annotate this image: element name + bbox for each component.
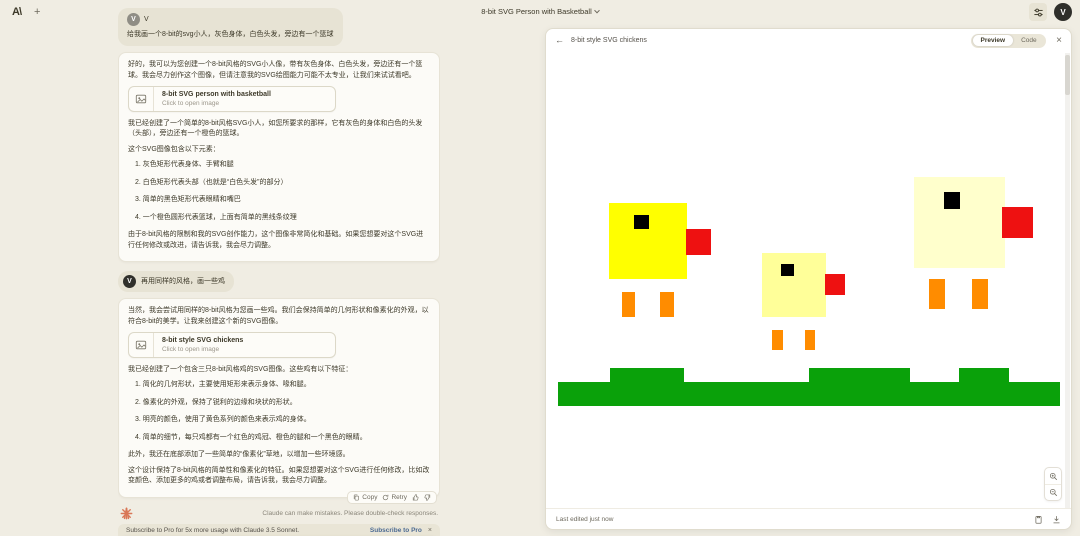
user-name: V (144, 16, 149, 23)
chicken-3-beak (1002, 207, 1033, 238)
artifact-panel-footer: Last edited just now (546, 508, 1071, 529)
disclaimer-text: Claude can make mistakes. Please double-… (262, 510, 438, 517)
zoom-out-icon (1049, 488, 1058, 497)
grass-bump-1 (610, 368, 684, 382)
preview-code-toggle: Preview Code (971, 34, 1046, 48)
assistant-message-2: 当然，我会尝试用同样的8-bit风格为您画一些鸡。我们会保持简单的几何形状和像素… (118, 298, 440, 498)
assistant-paragraph: 当然，我会尝试用同样的8-bit风格为您画一些鸡。我们会保持简单的几何形状和像素… (128, 306, 430, 327)
list-item: 3. 明亮的颜色，使用了黄色系列的颜色来表示鸡的身体。 (135, 415, 430, 426)
assistant-paragraph: 这个SVG图像包含以下元素： (128, 145, 430, 156)
chicken-3-leg-left (929, 279, 945, 309)
message-actions: Copy Retry (347, 491, 437, 504)
tab-code[interactable]: Code (1013, 35, 1045, 46)
retry-button[interactable]: Retry (382, 494, 407, 501)
sliders-icon (1033, 7, 1044, 18)
close-icon[interactable]: × (1056, 36, 1062, 46)
canvas-scrollbar-track (1065, 53, 1070, 508)
list-item: 4. 简单的细节，每只鸡都有一个红色的鸡冠、橙色的腿和一个黑色的眼睛。 (135, 433, 430, 444)
chicken-1-leg-left (622, 292, 635, 317)
retry-icon (382, 494, 389, 501)
list-item: 1. 简化的几何形状，主要使用矩形来表示身体、喙和腿。 (135, 380, 430, 391)
copy-artifact-button[interactable] (1034, 515, 1043, 524)
chicken-3-leg-right (972, 279, 988, 309)
list-item: 1. 灰色矩形代表身体、手臂和腿 (135, 160, 430, 171)
user-avatar[interactable]: V (1054, 3, 1072, 21)
tab-preview[interactable]: Preview (973, 35, 1014, 46)
user-avatar-small: V (127, 13, 140, 26)
zoom-in-icon (1049, 472, 1058, 481)
pro-banner-text: Subscribe to Pro for 5x more usage with … (126, 527, 299, 534)
artifact-card-chickens[interactable]: 8-bit style SVG chickens Click to open i… (128, 332, 336, 358)
image-artifact-icon (135, 93, 147, 105)
chicken-2-beak (825, 274, 845, 295)
chicken-1-beak (686, 229, 711, 255)
grass-main (558, 382, 1060, 406)
chicken-3-eye (944, 192, 960, 209)
chicken-3-body (914, 177, 1005, 268)
artifact-panel-header: ← 8-bit style SVG chickens Preview Code … (546, 29, 1071, 52)
clipboard-icon (1034, 515, 1043, 524)
copy-button[interactable]: Copy (353, 494, 377, 501)
list-item: 2. 白色矩形代表头部（也就是“白色头发”的部分） (135, 178, 430, 189)
copy-icon (353, 494, 360, 501)
assistant-paragraph: 此外，我还在底部添加了一些简单的“像素化”草地，以增加一些环境感。 (128, 450, 430, 461)
artifact-panel: ← 8-bit style SVG chickens Preview Code … (545, 28, 1072, 530)
back-arrow-icon[interactable]: ← (555, 36, 564, 45)
user-message-2: V 再用同样的风格，画一些鸡 (118, 271, 234, 292)
chicken-2-leg-right (805, 330, 815, 350)
chicken-2-eye (781, 264, 794, 276)
chevron-down-icon (594, 8, 600, 14)
image-artifact-icon (135, 339, 147, 351)
thumbs-up-icon (412, 494, 419, 501)
grass-bump-2 (809, 368, 910, 382)
zoom-out-button[interactable] (1045, 484, 1061, 500)
assistant-paragraph: 这个设计保持了8-bit风格的简单性和像素化的特征。如果您想要对这个SVG进行任… (128, 466, 430, 487)
zoom-in-button[interactable] (1045, 468, 1061, 484)
download-artifact-button[interactable] (1052, 515, 1061, 524)
assistant-message-1: 好的，我可以为您创建一个8-bit风格的SVG小人像，带有灰色身体、白色头发，旁… (118, 52, 440, 262)
download-icon (1052, 515, 1061, 524)
user-message-text: 给我画一个8-bit的svg小人，灰色身体，白色头发，旁边有一个篮球 (127, 29, 334, 40)
assistant-paragraph: 我已经创建了一个简单的8-bit风格SVG小人，如您所要求的那样，它有灰色的身体… (128, 119, 430, 140)
banner-close-icon[interactable]: × (428, 527, 432, 534)
chicken-2-leg-left (772, 330, 783, 350)
assistant-paragraph: 由于8-bit风格的限制和我的SVG创作能力，这个图像非常简化和基础。如果您想要… (128, 230, 430, 251)
thumbs-down-button[interactable] (424, 494, 431, 501)
artifact-subtitle: Click to open image (162, 346, 243, 353)
user-message-text: 再用同样的风格，画一些鸡 (141, 276, 225, 287)
user-message-1: V V 给我画一个8-bit的svg小人，灰色身体，白色头发，旁边有一个篮球 (118, 8, 343, 46)
list-item: 3. 简单的黑色矩形代表眼睛和嘴巴 (135, 195, 430, 206)
assistant-paragraph: 我已经创建了一个包含三只8-bit风格鸡的SVG图像。这些鸡有以下特征： (128, 365, 430, 376)
canvas-scrollbar-thumb[interactable] (1065, 55, 1070, 95)
chicken-2-body (762, 253, 826, 317)
settings-sliders-button[interactable] (1029, 3, 1047, 21)
claude-starburst-icon (120, 507, 133, 520)
artifact-title: 8-bit SVG person with basketball (162, 91, 271, 98)
artifact-card-person[interactable]: 8-bit SVG person with basketball Click t… (128, 86, 336, 112)
list-item: 4. 一个橙色圆形代表篮球，上面有简单的黑线条纹理 (135, 213, 430, 224)
pro-banner: Subscribe to Pro for 5x more usage with … (118, 524, 440, 536)
chicken-1-eye (634, 215, 649, 229)
user-avatar-small: V (123, 275, 136, 288)
chicken-1-leg-right (660, 292, 674, 317)
artifact-title: 8-bit style SVG chickens (162, 337, 243, 344)
artifact-canvas (547, 53, 1066, 508)
chat-column: V V 给我画一个8-bit的svg小人，灰色身体，白色头发，旁边有一个篮球 好… (118, 8, 440, 536)
artifact-panel-title: 8-bit style SVG chickens (571, 37, 647, 44)
assistant-paragraph: 好的，我可以为您创建一个8-bit风格的SVG小人像，带有灰色身体、白色头发，旁… (128, 60, 430, 81)
list-item: 2. 像素化的外观，保持了锐利的边缘和块状的形状。 (135, 398, 430, 409)
thumbs-down-icon (424, 494, 431, 501)
artifact-subtitle: Click to open image (162, 100, 271, 107)
zoom-controls (1044, 467, 1062, 501)
subscribe-pro-link[interactable]: Subscribe to Pro (370, 527, 422, 534)
last-edited-status: Last edited just now (556, 516, 613, 523)
thumbs-up-button[interactable] (412, 494, 419, 501)
grass-bump-3 (959, 368, 1009, 382)
